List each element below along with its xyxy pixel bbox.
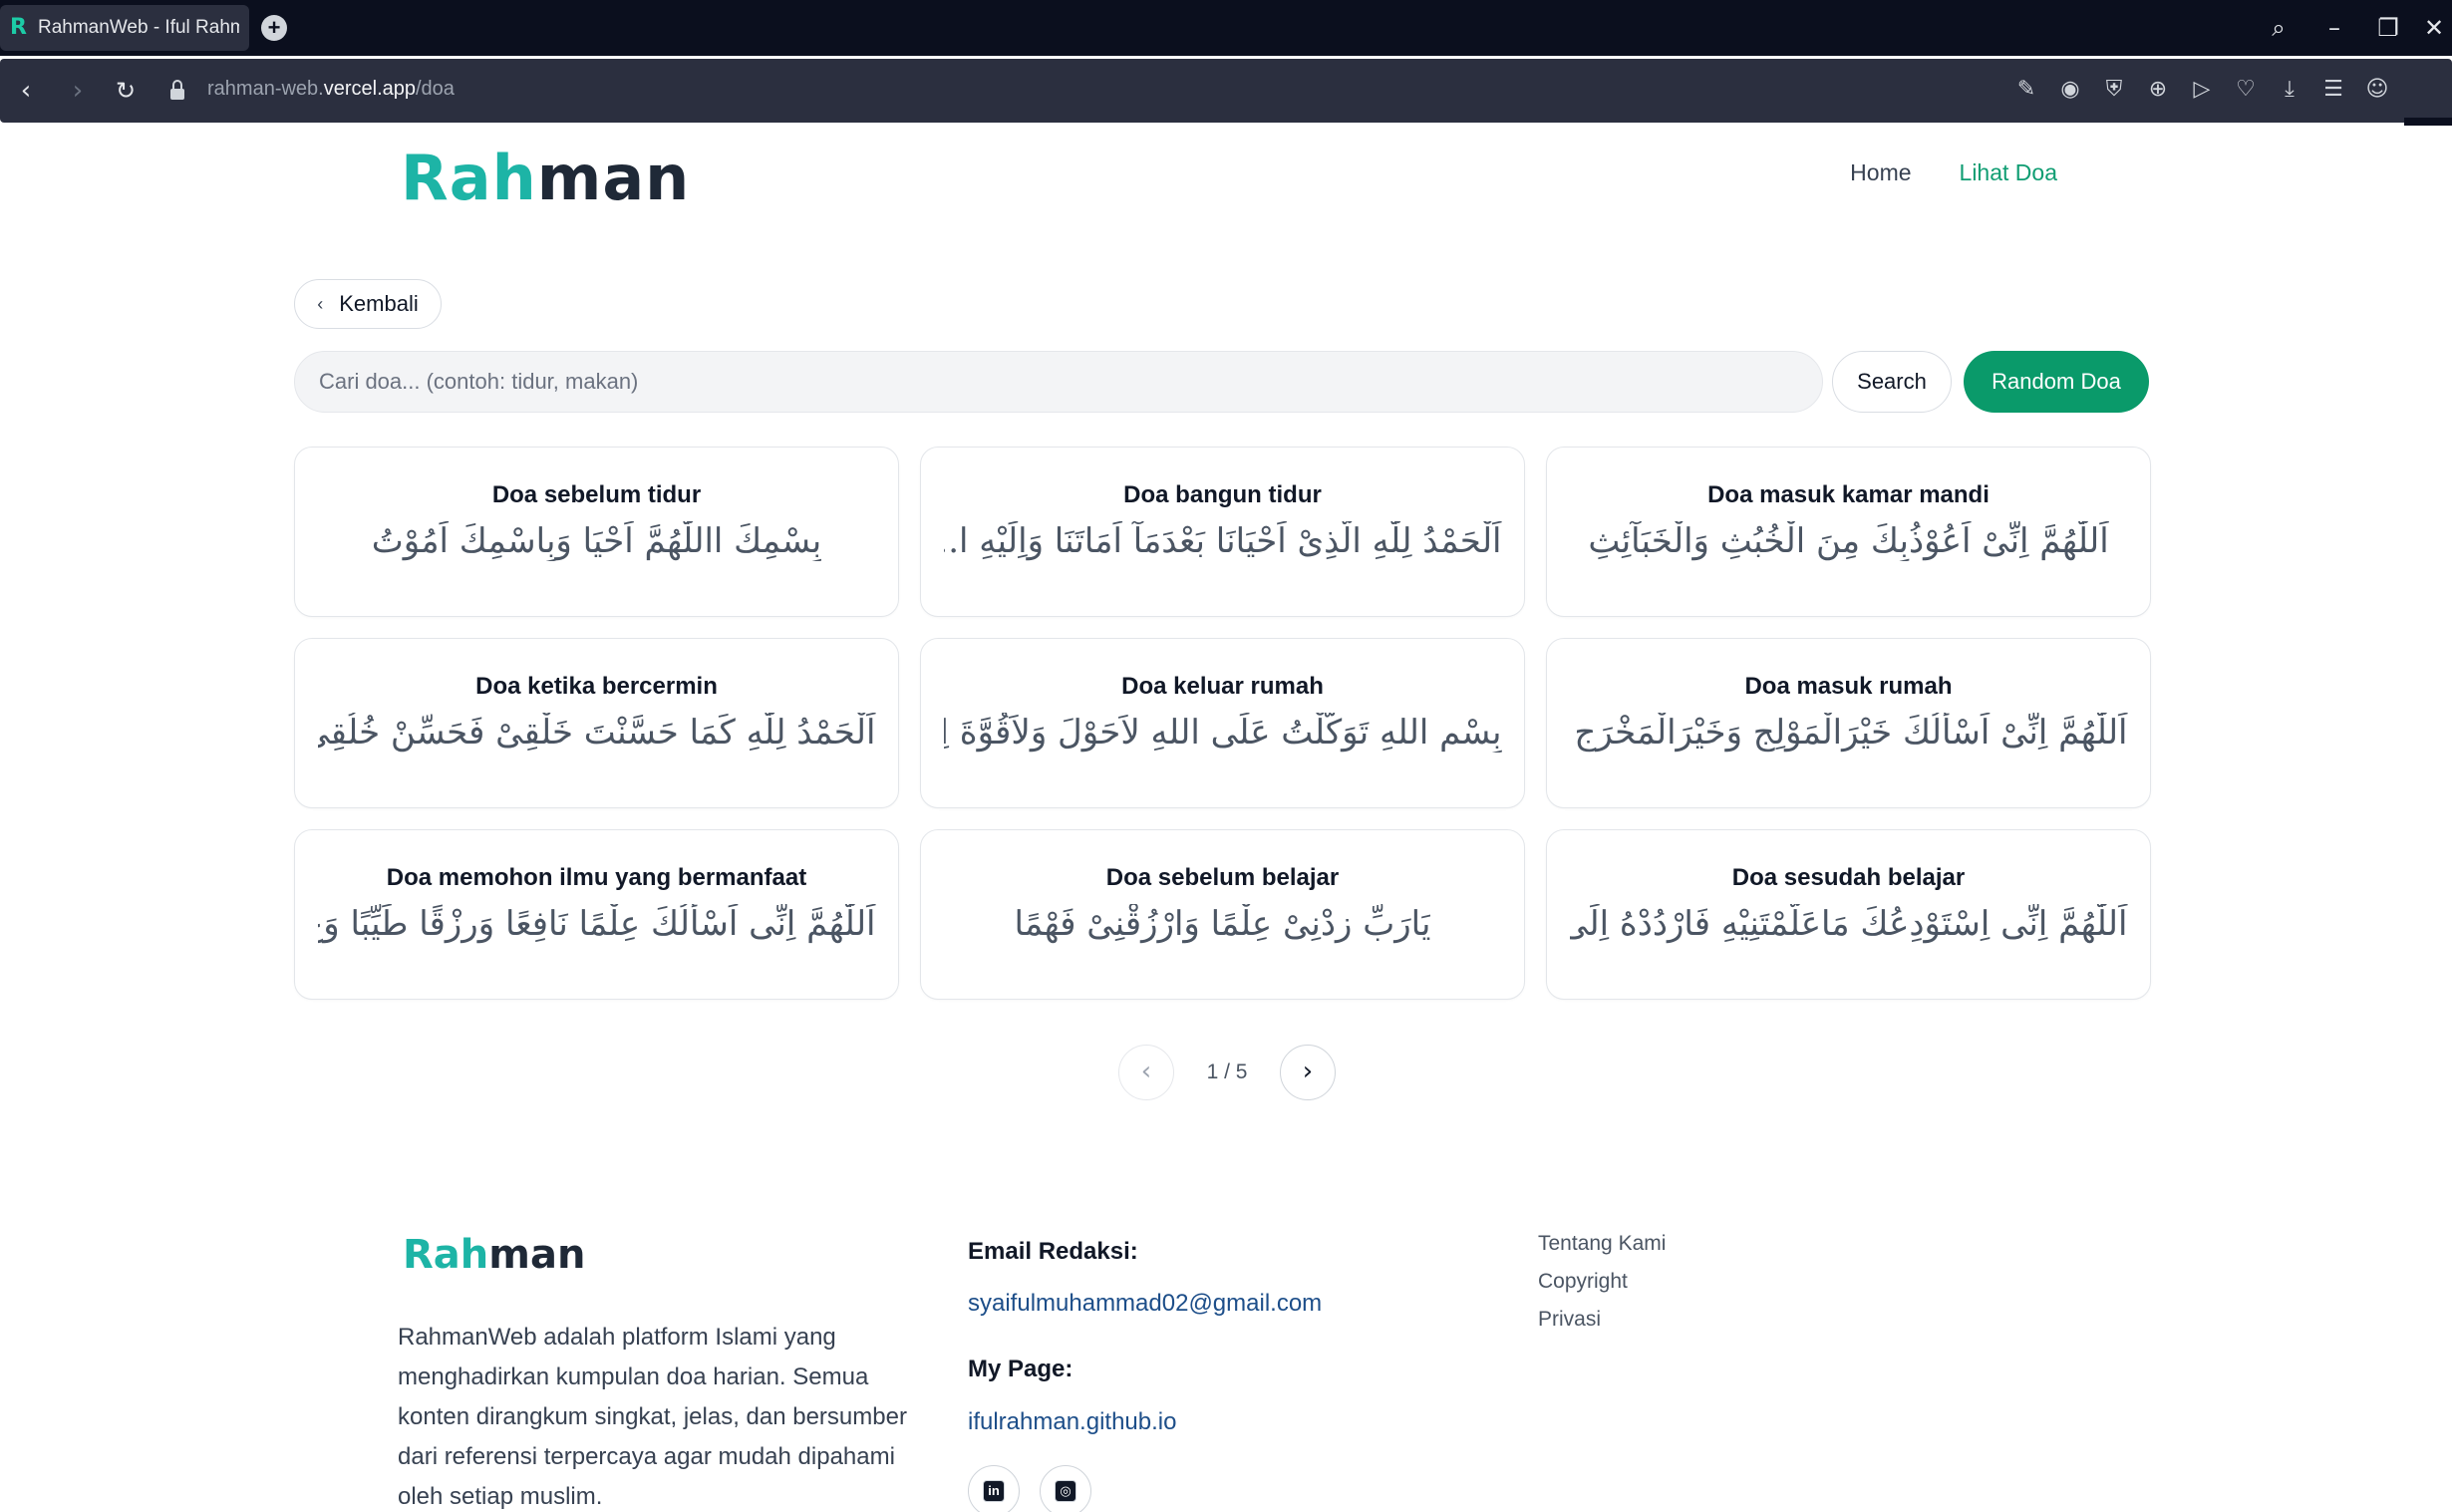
top-nav: Home Lihat Doa xyxy=(1850,159,2057,186)
minimize-button[interactable]: – xyxy=(2312,8,2356,48)
nav-lihat-doa-link[interactable]: Lihat Doa xyxy=(1960,159,2057,186)
logo-part-man: man xyxy=(536,141,691,214)
back-button[interactable]: ‹ Kembali xyxy=(294,279,442,329)
doa-arabic: اَللّٰهُمَّ اِنِّىْ اَعُوْذُبِكَ مِنَ ال… xyxy=(1588,521,2109,561)
doa-card[interactable]: Doa masuk kamar mandi اَللّٰهُمَّ اِنِّىْ… xyxy=(1546,447,2151,617)
restore-button[interactable]: ❐ xyxy=(2366,8,2410,48)
forward-nav-icon[interactable]: › xyxy=(58,71,98,111)
footer-logo[interactable]: Rahman xyxy=(403,1232,585,1278)
nav-home-link[interactable]: Home xyxy=(1850,159,1911,186)
download-icon[interactable]: ⤓ xyxy=(2275,75,2304,105)
linkedin-icon: in xyxy=(983,1480,1005,1502)
doa-arabic: اَلْحَمْدُ لِلّٰهِ كَمَا حَسَّنْتَ خَلْق… xyxy=(317,713,876,753)
footer-link-privasi[interactable]: Privasi xyxy=(1538,1308,1666,1332)
my-page-link[interactable]: ifulrahman.github.io xyxy=(968,1408,1176,1436)
camera-icon[interactable]: ◉ xyxy=(2055,75,2085,105)
doa-arabic: يَارَبِّ زِدْنِىْ عِلْمًا وَارْزُقْنِىْ … xyxy=(1014,904,1431,944)
url-path: /doa xyxy=(416,78,455,100)
linkedin-button[interactable]: in xyxy=(968,1465,1020,1512)
address-bar: ‹ › ↻ rahman-web.vercel.app/doa ✎ ◉ ⛨ ⊕ … xyxy=(0,59,2452,181)
doa-card[interactable]: Doa sebelum belajar يَارَبِّ زِدْنِىْ عِل… xyxy=(920,829,1525,1000)
menu-icon[interactable]: ☰ xyxy=(2318,75,2348,105)
chevron-left-icon: ‹ xyxy=(317,293,324,314)
heart-icon[interactable]: ♡ xyxy=(2231,75,2261,105)
doa-grid: Doa sebelum tidur بِسْمِكَ االلّٰهُمَّ اَ… xyxy=(294,447,2151,1000)
profile-icon[interactable]: ☺ xyxy=(2362,75,2392,105)
chevron-right-icon: › xyxy=(1302,1057,1314,1086)
url-prefix: rahman-web. xyxy=(207,78,324,100)
doa-title: Doa sebelum belajar xyxy=(1105,864,1340,891)
translate-icon[interactable]: ⊕ xyxy=(2143,75,2173,105)
footer-description: RahmanWeb adalah platform Islami yang me… xyxy=(398,1324,907,1510)
footer-link-tentang-kami[interactable]: Tentang Kami xyxy=(1538,1232,1666,1256)
instagram-button[interactable]: ◎ xyxy=(1040,1465,1091,1512)
doa-card[interactable]: Doa sebelum tidur بِسْمِكَ االلّٰهُمَّ اَ… xyxy=(294,447,899,617)
email-link[interactable]: syaifulmuhammad02@gmail.com xyxy=(968,1290,1322,1318)
doa-title: Doa sesudah belajar xyxy=(1731,864,1966,891)
doa-card[interactable]: Doa bangun tidur اَلْحَمْدُ لِلّٰهِ الَّذ… xyxy=(920,447,1525,617)
my-page-heading: My Page: xyxy=(968,1356,1073,1382)
doa-title: Doa bangun tidur xyxy=(1123,481,1322,508)
reload-icon[interactable]: ↻ xyxy=(106,71,146,111)
doa-arabic: بِسْمِ اللهِ تَوَكَّلْتُ عَلَى اللهِ لاَ… xyxy=(943,713,1502,753)
search-button[interactable]: Search xyxy=(1832,351,1952,413)
search-input[interactable] xyxy=(294,351,1823,413)
play-icon[interactable]: ▷ xyxy=(2187,75,2217,105)
url-field[interactable]: rahman-web.vercel.app/doa xyxy=(207,78,455,101)
instagram-icon: ◎ xyxy=(1055,1480,1076,1502)
back-button-label: Kembali xyxy=(339,291,419,316)
next-page-button[interactable]: › xyxy=(1280,1045,1336,1100)
doa-card[interactable]: Doa memohon ilmu yang bermanfaat اَللّٰهُ… xyxy=(294,829,899,1000)
doa-title: Doa ketika bercermin xyxy=(475,673,718,700)
lock-icon xyxy=(170,80,184,100)
tab-title: RahmanWeb - Iful Rahman xyxy=(38,17,239,38)
search-tabs-icon[interactable]: ⌕ xyxy=(2257,8,2300,48)
close-window-button[interactable]: ✕ xyxy=(2412,8,2452,48)
random-doa-button[interactable]: Random Doa xyxy=(1964,351,2149,413)
doa-title: Doa masuk kamar mandi xyxy=(1707,481,1990,508)
footer-link-copyright[interactable]: Copyright xyxy=(1538,1270,1666,1294)
browser-tab[interactable]: R RahmanWeb - Iful Rahman xyxy=(0,5,249,51)
footer-menu: Tentang Kami Copyright Privasi xyxy=(1538,1232,1666,1332)
doa-card[interactable]: Doa keluar rumah بِسْمِ اللهِ تَوَكَّلْتُ… xyxy=(920,638,1525,808)
browser-tab-bar: R RahmanWeb - Iful Rahman + ⌕ – ❐ ✕ xyxy=(0,0,2452,56)
email-heading: Email Redaksi: xyxy=(968,1238,1138,1265)
doa-title: Doa keluar rumah xyxy=(1121,673,1324,700)
page-indicator: 1 / 5 xyxy=(1206,1060,1248,1083)
doa-card[interactable]: Doa ketika bercermin اَلْحَمْدُ لِلّٰهِ ك… xyxy=(294,638,899,808)
doa-arabic: اَللّٰهُمَّ اِنِّىْ اَسْأَلُكَ خَيْرَالْ… xyxy=(1570,713,2128,753)
pagination: ‹ 1 / 5 › xyxy=(1118,1045,1336,1100)
social-links: in ◎ xyxy=(968,1465,1091,1512)
doa-title: Doa memohon ilmu yang bermanfaat xyxy=(386,864,807,891)
new-tab-button[interactable]: + xyxy=(261,15,287,41)
prev-page-button[interactable]: ‹ xyxy=(1118,1045,1174,1100)
footer-logo-part-rah: Rah xyxy=(403,1232,489,1278)
doa-card[interactable]: Doa masuk rumah اَللّٰهُمَّ اِنِّىْ اَسْأ… xyxy=(1546,638,2151,808)
url-domain: vercel.app xyxy=(323,78,416,100)
doa-title: Doa sebelum tidur xyxy=(491,481,702,508)
shield-icon[interactable]: ⛨ xyxy=(2099,75,2129,105)
doa-arabic: اَللّٰهُمَّ اِنِّى اِسْتَوْدِعُكَ مَاعَل… xyxy=(1569,904,2128,944)
favicon-icon: R xyxy=(10,15,27,40)
back-nav-icon[interactable]: ‹ xyxy=(6,71,46,111)
extension-icons: ✎ ◉ ⛨ ⊕ ▷ ♡ ⤓ ☰ ☺ xyxy=(2011,75,2392,105)
doa-title: Doa masuk rumah xyxy=(1744,673,1953,700)
edit-icon[interactable]: ✎ xyxy=(2011,75,2041,105)
footer-logo-part-man: man xyxy=(488,1232,586,1278)
doa-arabic: اَللّٰهُمَّ اِنِّى اَسْأَلُكَ عِلْمًا نَ… xyxy=(317,904,876,944)
page-content: Rahman Home Lihat Doa ‹ Kembali Search R… xyxy=(0,126,2452,1512)
doa-card[interactable]: Doa sesudah belajar اَللّٰهُمَّ اِنِّى اِ… xyxy=(1546,829,2151,1000)
doa-arabic: بِسْمِكَ االلّٰهُمَّ اَحْيَا وَبِاسْمِكَ… xyxy=(371,521,822,561)
chevron-left-icon: ‹ xyxy=(1140,1057,1152,1086)
site-logo[interactable]: Rah man xyxy=(401,138,690,217)
logo-part-rah: Rah xyxy=(401,141,537,214)
doa-arabic: اَلْحَمْدُ لِلّٰهِ الَّذِىْ اَحْيَانَا ب… xyxy=(943,521,1502,561)
